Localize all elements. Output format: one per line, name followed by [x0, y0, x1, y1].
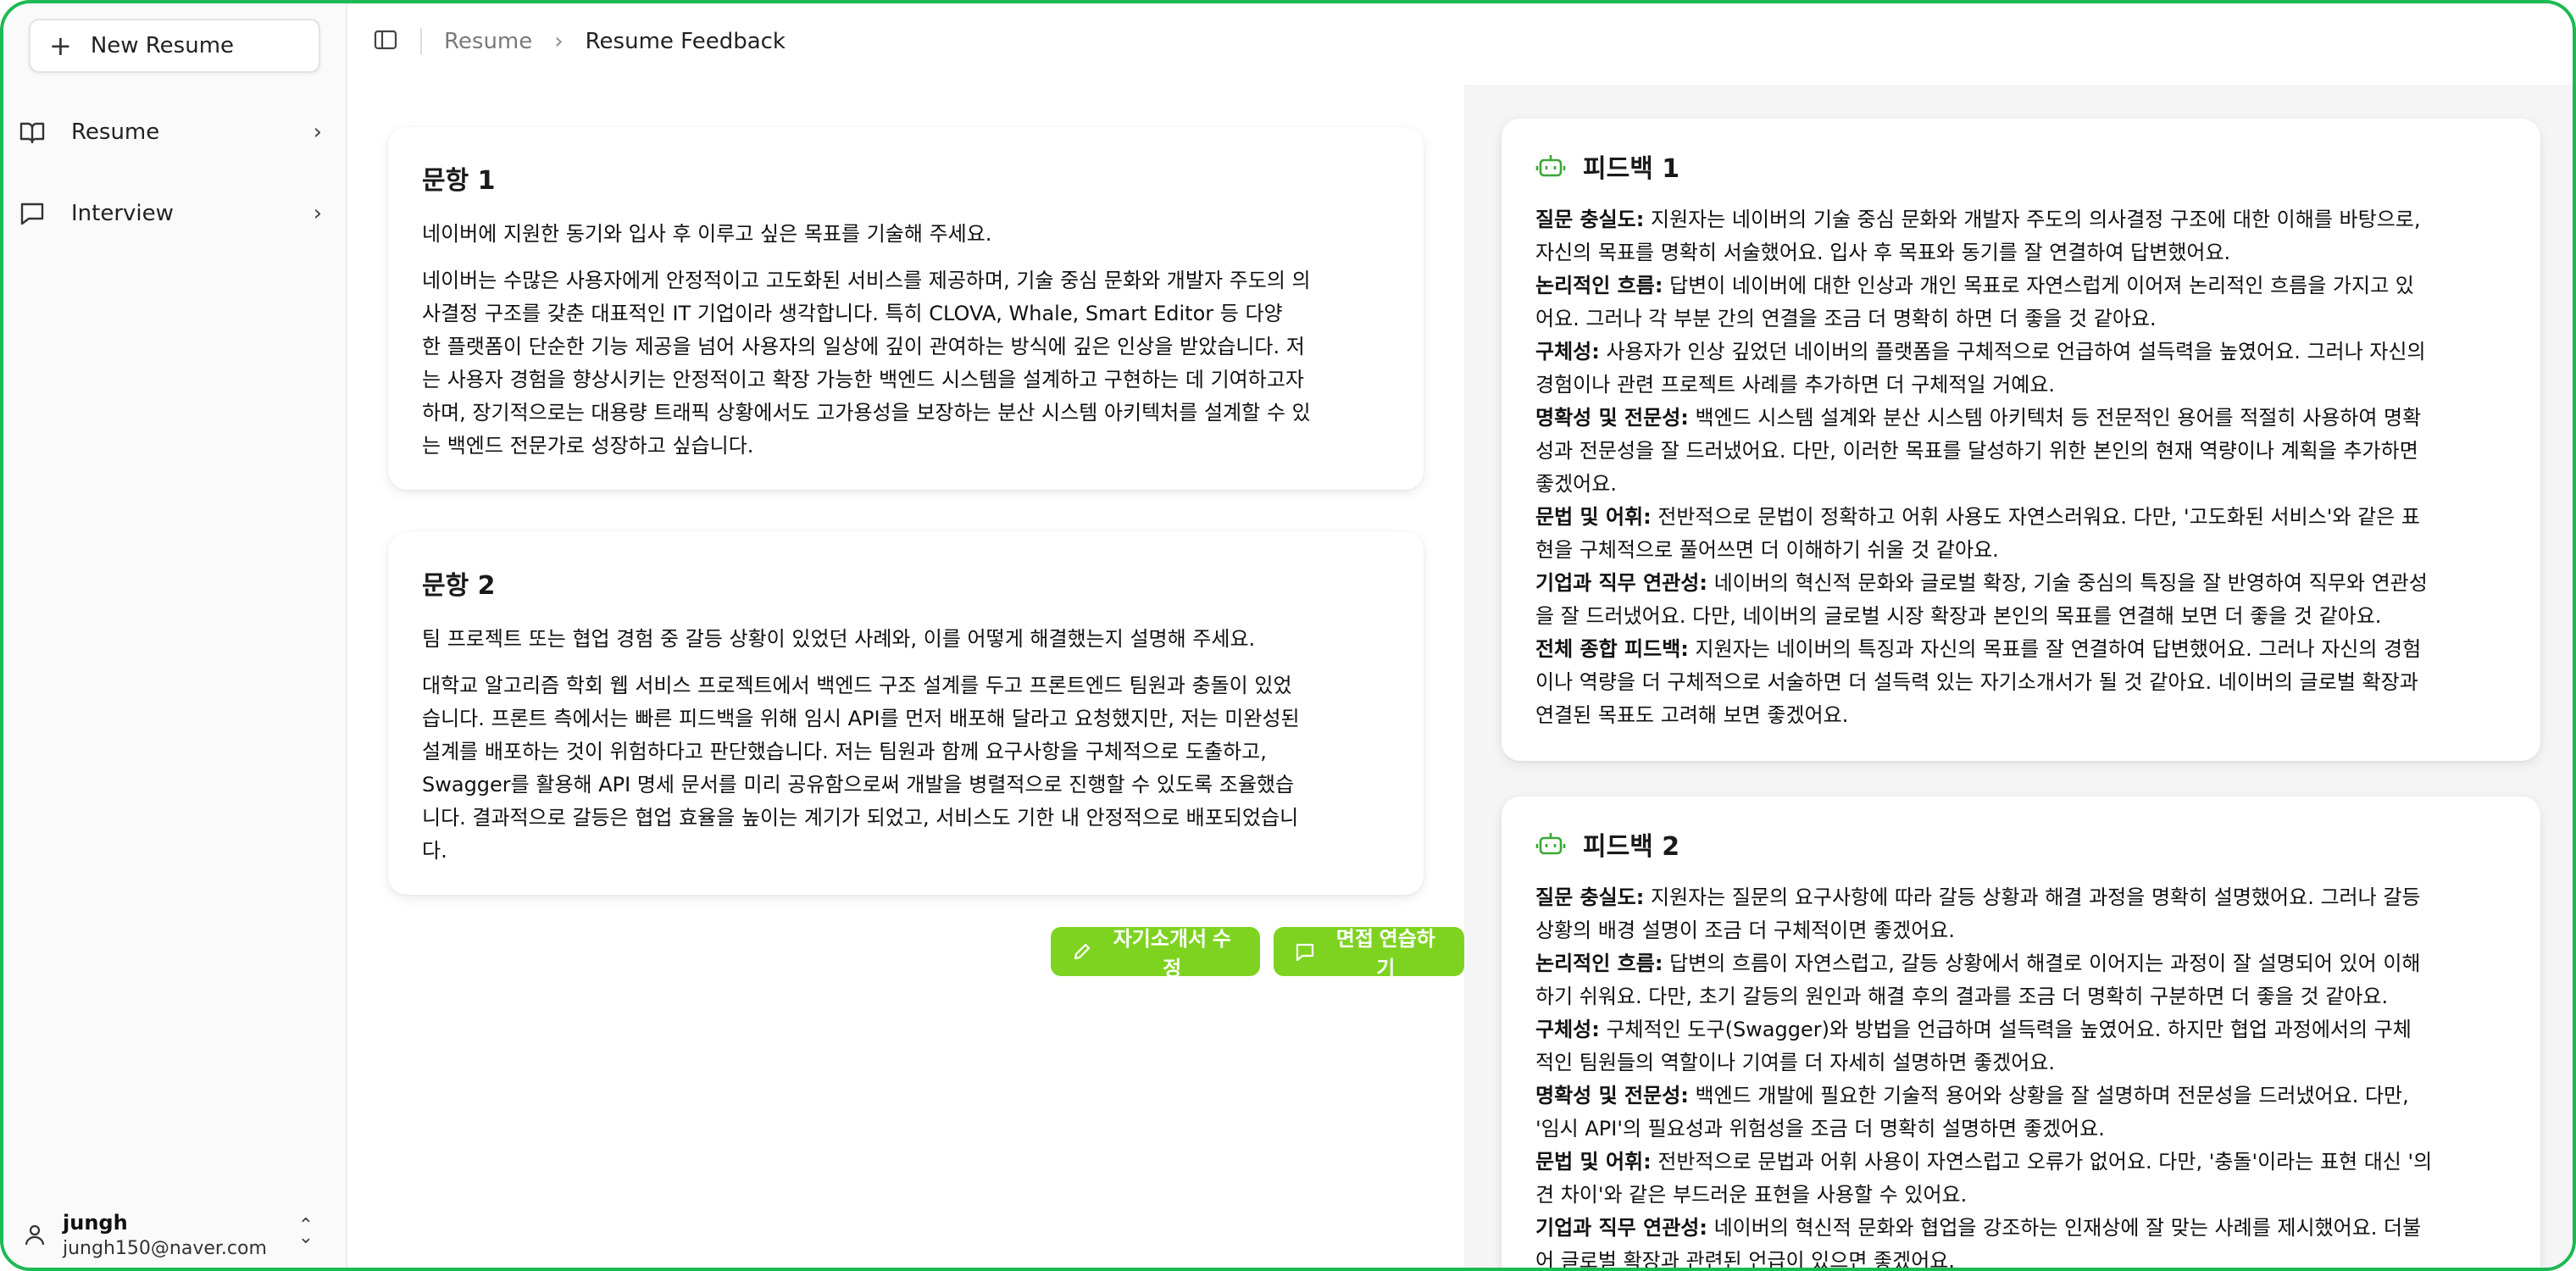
bot-icon [1535, 829, 1566, 859]
sidebar-item-label: Resume [71, 119, 160, 145]
new-resume-button[interactable]: + New Resume [29, 19, 320, 73]
feedback-title: 피드백 2 [1583, 832, 1680, 862]
interview-practice-button[interactable]: 면접 연습하기 [1273, 927, 1464, 980]
chevron-right-icon: › [313, 201, 322, 226]
question-card-2: 문항 2 팀 프로젝트 또는 협업 경험 중 갈등 상황이 있었던 사례와, 이… [388, 532, 1424, 895]
feedback-body: 질문 충실도: 지원자는 네이버의 기술 중심 문화와 개발자 주도의 의사결정… [1535, 208, 2428, 727]
chevron-right-icon: › [554, 29, 564, 54]
sidebar-item-label: Interview [71, 201, 174, 226]
book-open-icon [19, 119, 46, 146]
question-card-1: 문항 1 네이버에 지원한 동기와 입사 후 이루고 싶은 목표를 기술해 주세… [388, 127, 1424, 490]
answer-text: 네이버는 수많은 사용자에게 안정적이고 고도화된 서비스를 제공하며, 기술 … [422, 269, 1311, 458]
question-text: 네이버에 지원한 동기와 입사 후 이루고 싶은 목표를 기술해 주세요. [422, 222, 992, 246]
sidebar-item-resume[interactable]: Resume › [19, 108, 334, 156]
question-text: 팀 프로젝트 또는 협업 경험 중 갈등 상황이 있었던 사례와, 이를 어떻게… [422, 627, 1256, 651]
interview-practice-label: 면접 연습하기 [1335, 928, 1435, 980]
sidebar: + New Resume Resume › Interview › jungh … [3, 3, 347, 1268]
user-name: jungh [63, 1210, 128, 1235]
feedback-pane: 피드백 1 질문 충실도: 지원자는 네이버의 기술 중심 문화와 개발자 주도… [1464, 85, 2573, 1271]
top-bar: Resume › Resume Feedback [347, 3, 2573, 80]
answer-text: 대학교 알고리즘 학회 웹 서비스 프로젝트에서 백엔드 구조 설계를 두고 프… [422, 674, 1300, 863]
feedback-body: 질문 충실도: 지원자는 질문의 요구사항에 따라 갈등 상황과 해결 과정을 … [1535, 885, 2433, 1271]
divider [420, 28, 422, 55]
sidebar-item-interview[interactable]: Interview › [19, 190, 334, 237]
breadcrumb-current: Resume Feedback [585, 29, 786, 54]
action-buttons: 자기소개서 수정 면접 연습하기 [1037, 927, 1464, 980]
message-square-icon [1294, 941, 1316, 963]
chevrons-up-down-icon: ⌃ ⌄ [297, 1215, 314, 1248]
edit-resume-label: 자기소개서 수정 [1113, 928, 1231, 980]
message-square-icon [19, 200, 46, 227]
sidebar-toggle-icon[interactable] [373, 27, 402, 56]
plus-icon: + [49, 30, 72, 62]
breadcrumb: Resume › Resume Feedback [444, 29, 786, 54]
questions-pane: 문항 1 네이버에 지원한 동기와 입사 후 이루고 싶은 목표를 기술해 주세… [347, 80, 1464, 1268]
user-icon [22, 1222, 47, 1247]
edit-resume-button[interactable]: 자기소개서 수정 [1051, 927, 1260, 980]
breadcrumb-resume[interactable]: Resume [444, 29, 532, 54]
app-window: + New Resume Resume › Interview › jungh … [0, 0, 2576, 1271]
new-resume-label: New Resume [90, 33, 235, 58]
user-menu[interactable]: jungh jungh150@naver.com ⌃ ⌄ [22, 1205, 327, 1264]
question-title: 문항 1 [422, 166, 496, 196]
bot-icon [1535, 151, 1566, 181]
user-email: jungh150@naver.com [63, 1237, 267, 1259]
chevron-right-icon: › [313, 119, 322, 145]
pencil-icon [1071, 941, 1093, 963]
feedback-title: 피드백 1 [1583, 154, 1680, 184]
feedback-card-2: 피드백 2 질문 충실도: 지원자는 질문의 요구사항에 따라 갈등 상황과 해… [1502, 796, 2540, 1271]
feedback-card-1: 피드백 1 질문 충실도: 지원자는 네이버의 기술 중심 문화와 개발자 주도… [1502, 119, 2540, 761]
question-title: 문항 2 [422, 571, 496, 601]
